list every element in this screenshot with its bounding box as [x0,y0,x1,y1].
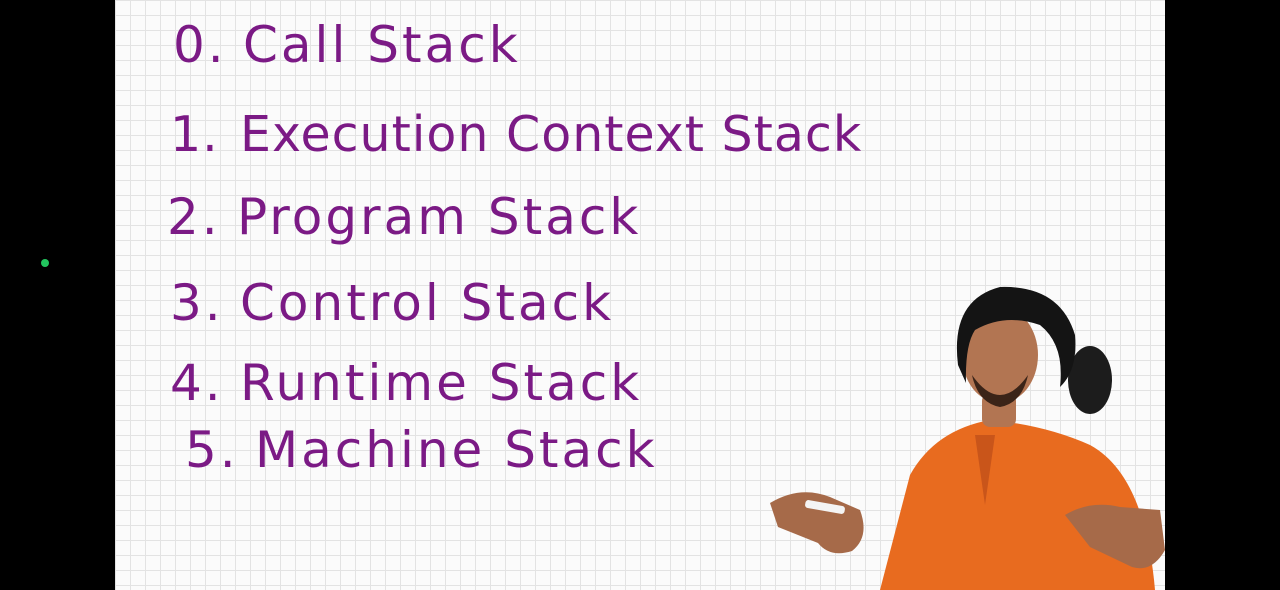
list-item: 5. Machine Stack [185,425,658,475]
item-label: Runtime Stack [240,354,643,412]
item-label: Call Stack [243,16,521,74]
presenter-avatar [770,286,1165,590]
item-number: 2. [167,188,221,246]
list-item: 0. Call Stack [173,20,521,70]
item-label: Control Stack [240,274,615,332]
item-number: 4. [170,354,224,412]
item-label: Program Stack [237,188,642,246]
item-label: Machine Stack [255,421,658,479]
item-number: 1. [170,106,219,163]
item-number: 0. [173,16,227,74]
list-item: 1. Execution Context Stack [170,110,862,159]
item-label: Execution Context Stack [240,106,863,163]
list-item: 3. Control Stack [170,278,614,328]
item-number: 3. [170,274,224,332]
list-item: 4. Runtime Stack [170,358,642,408]
list-item: 2. Program Stack [167,192,641,242]
status-dot [41,259,49,267]
item-number: 5. [185,421,239,479]
video-frame[interactable]: 0. Call Stack 1. Execution Context Stack 2… [0,0,1280,590]
